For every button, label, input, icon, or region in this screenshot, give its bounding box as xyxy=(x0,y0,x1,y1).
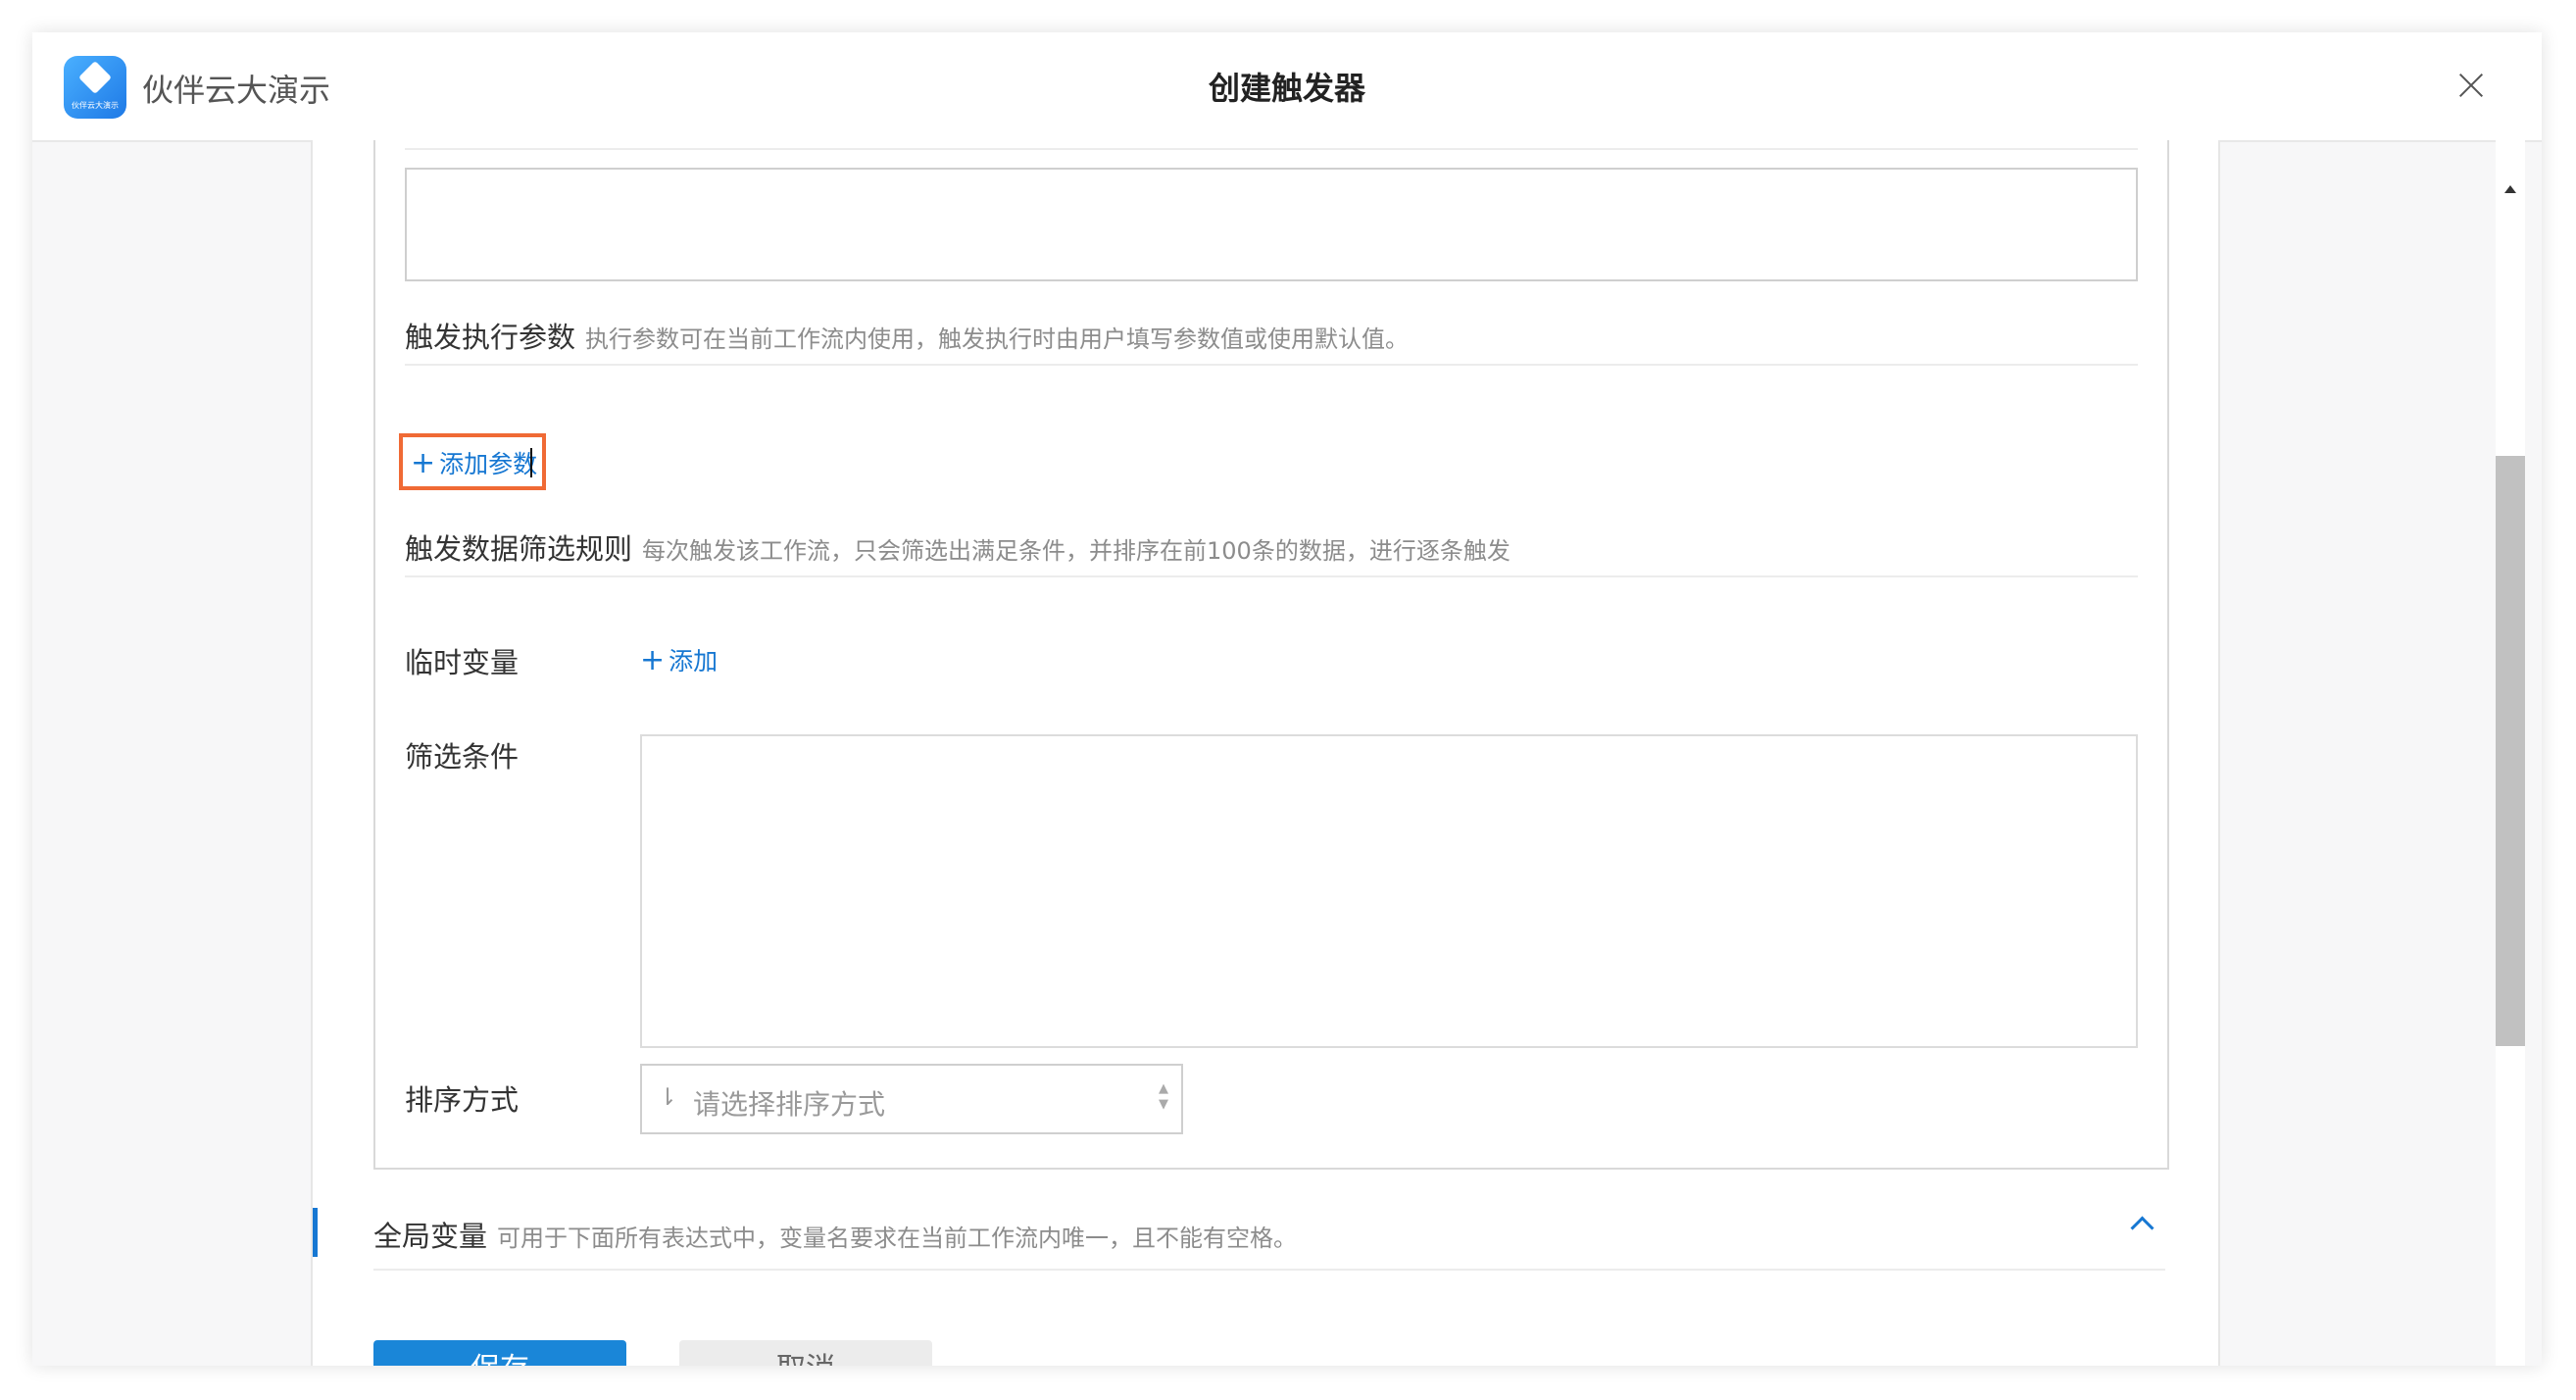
sort-label: 排序方式 xyxy=(405,1083,520,1117)
add-param-label: 添加参数 xyxy=(439,450,538,478)
filter-condition-editor[interactable] xyxy=(640,734,2138,1048)
close-icon[interactable] xyxy=(2452,66,2491,105)
sort-icon: ⇂ xyxy=(658,1083,678,1111)
filter-rules-header: 触发数据筛选规则 每次触发该工作流，只会筛选出满足条件，并排序在前100条的数据，… xyxy=(405,526,2138,577)
temp-var-label: 临时变量 xyxy=(405,646,520,679)
select-arrows-icon: ▲ ▼ xyxy=(1159,1081,1168,1112)
add-param-button[interactable]: + 添加参数 xyxy=(411,445,537,480)
add-temp-var-label: 添加 xyxy=(669,647,718,675)
trigger-params-header: 触发执行参数 执行参数可在当前工作流内使用，触发执行时由用户填写参数值或使用默认值… xyxy=(405,315,2138,366)
global-vars-section: 全局变量 可用于下面所有表达式中，变量名要求在当前工作流内唯一，且不能有空格。 xyxy=(313,1194,2165,1302)
filter-condition-label: 筛选条件 xyxy=(405,740,520,774)
trigger-params-hint: 执行参数可在当前工作流内使用，触发执行时由用户填写参数值或使用默认值。 xyxy=(585,325,1410,353)
sort-placeholder: 请选择排序方式 xyxy=(693,1088,886,1121)
global-vars-hint: 可用于下面所有表达式中，变量名要求在当前工作流内唯一，且不能有空格。 xyxy=(497,1225,1298,1252)
create-trigger-dialog: 伙伴云大演示 伙伴云大演示 创建触发器 触发执行参数 执行参数可在当前工作流内使用… xyxy=(32,32,2542,1366)
vertical-scrollbar[interactable] xyxy=(2496,140,2525,1366)
save-button[interactable]: 保存 xyxy=(373,1340,626,1366)
add-param-highlight: + 添加参数 xyxy=(399,433,546,490)
title-bar: 伙伴云大演示 伙伴云大演示 创建触发器 xyxy=(32,32,2542,142)
add-temp-var-button[interactable]: + 添加 xyxy=(640,642,718,677)
plus-icon: + xyxy=(411,446,436,480)
cancel-button[interactable]: 取消 xyxy=(679,1340,932,1366)
trigger-config-card: 触发执行参数 执行参数可在当前工作流内使用，触发执行时由用户填写参数值或使用默认值… xyxy=(373,140,2169,1170)
chevron-up-icon[interactable] xyxy=(2130,1216,2155,1240)
scroll-thumb[interactable] xyxy=(2496,456,2525,1046)
sort-select[interactable]: ⇂ 请选择排序方式 ▲ ▼ xyxy=(640,1064,1183,1134)
scroll-up-icon[interactable] xyxy=(2504,185,2516,193)
plus-icon: + xyxy=(640,643,666,677)
form-panel: 触发执行参数 执行参数可在当前工作流内使用，触发执行时由用户填写参数值或使用默认值… xyxy=(311,140,2220,1366)
divider xyxy=(405,148,2138,150)
filter-rules-title: 触发数据筛选规则 xyxy=(405,532,633,566)
global-vars-header[interactable]: 全局变量 可用于下面所有表达式中，变量名要求在当前工作流内唯一，且不能有空格。 xyxy=(373,1194,2165,1271)
section-accent-bar xyxy=(313,1208,318,1257)
description-textarea[interactable] xyxy=(405,168,2138,281)
dialog-title: 创建触发器 xyxy=(1208,70,1365,107)
trigger-params-title: 触发执行参数 xyxy=(405,321,576,354)
filter-rules-hint: 每次触发该工作流，只会筛选出满足条件，并排序在前100条的数据，进行逐条触发 xyxy=(642,537,1511,565)
text-cursor xyxy=(530,448,532,477)
global-vars-title: 全局变量 xyxy=(373,1220,488,1253)
